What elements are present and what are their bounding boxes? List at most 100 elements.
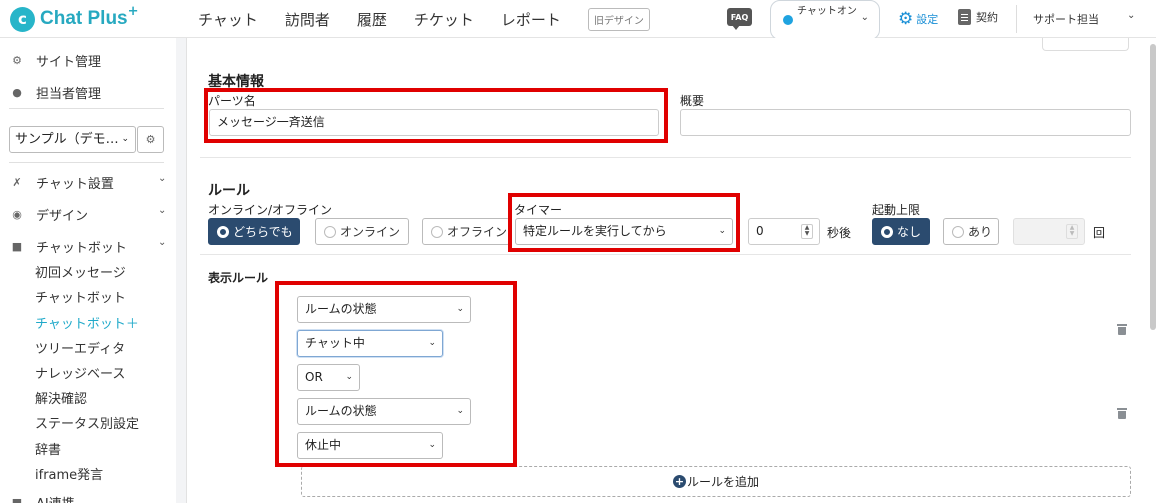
sidebar-item-site-management[interactable]: ⚙ サイト管理	[10, 51, 101, 70]
sidebar-sub-knowledge-base[interactable]: ナレッジベース	[35, 363, 125, 382]
sidebar-item-chat-settings[interactable]: ✗ チャット設置	[10, 173, 114, 192]
overview-input[interactable]	[680, 109, 1131, 136]
main-nav: チャット 訪問者 履歴 チケット レポート 旧デザイン	[198, 0, 650, 38]
support-user-menu[interactable]: サポート担当	[1033, 11, 1099, 27]
radio-either[interactable]: どちらでも	[208, 218, 300, 245]
radio-label: あり	[968, 225, 993, 239]
sidebar-item-staff-management[interactable]: ● 担当者管理	[10, 83, 101, 102]
top-right-button[interactable]	[1042, 38, 1129, 51]
site-select-value: サンプル（デモ…	[15, 132, 119, 147]
rule-2-condition-select[interactable]: ルームの状態 ⌄	[297, 398, 471, 425]
chevron-down-icon[interactable]: ⌄	[158, 237, 166, 248]
radio-icon	[217, 225, 229, 238]
sidebar-item-label: 担当者管理	[36, 87, 102, 102]
timer-seconds-value: 0	[756, 224, 764, 238]
site-settings-button[interactable]: ⚙	[137, 126, 164, 153]
sidebar-item-label: デザイン	[36, 209, 89, 224]
nav-history[interactable]: 履歴	[357, 9, 387, 30]
settings-label: 設定	[916, 13, 939, 26]
chevron-down-icon[interactable]: ⌄	[158, 173, 166, 184]
radio-icon	[952, 225, 964, 238]
gears-icon: ⚙	[12, 54, 22, 67]
sidebar-sub-resolution-check[interactable]: 解決確認	[35, 388, 87, 407]
wrench-icon: ✗	[12, 176, 22, 189]
add-rule-button[interactable]: + ルールを追加	[301, 466, 1131, 497]
spinner-icon: ▲ ▼	[1066, 224, 1078, 239]
settings-button[interactable]: ⚙ 設定	[898, 9, 938, 29]
sidebar-sub-chatbot-plus[interactable]: チャットボット＋	[35, 313, 139, 332]
sidebar-sub-status-settings[interactable]: ステータス別設定	[35, 413, 139, 432]
timer-seconds-input[interactable]: 0 ▲ ▼	[748, 218, 820, 245]
nav-tickets[interactable]: チケット	[414, 9, 474, 30]
gears-icon: ⚙	[145, 133, 156, 146]
chevron-down-icon: ⌄	[456, 304, 464, 314]
site-select[interactable]: サンプル（デモ… ⌄	[9, 126, 136, 153]
sidebar-sub-dictionary[interactable]: 辞書	[35, 439, 61, 458]
section-divider	[200, 254, 1131, 255]
select-value: ルームの状態	[305, 302, 377, 316]
sidebar-item-ai[interactable]: ■ AI連携	[10, 493, 75, 503]
radio-label: オンライン	[340, 225, 401, 239]
sidebar-item-label: チャット設置	[36, 177, 114, 192]
chevron-down-icon[interactable]: ⌄	[158, 205, 166, 216]
status-dot-icon	[783, 15, 793, 25]
sidebar-sub-initial-message[interactable]: 初回メッセージ	[35, 262, 126, 281]
radio-label: オフライン	[447, 225, 508, 239]
select-value: 休止中	[305, 438, 342, 452]
chat-status-text: チャットオン	[797, 6, 857, 17]
rule-1-condition-select[interactable]: ルームの状態 ⌄	[297, 296, 471, 323]
operator-select[interactable]: OR ⌄	[297, 364, 360, 391]
sidebar-sub-tree-editor[interactable]: ツリーエディタ	[35, 338, 125, 357]
sidebar-sub-iframe[interactable]: iframe発言	[35, 464, 103, 483]
sidebar-divider	[9, 108, 164, 109]
nav-visitors[interactable]: 訪問者	[285, 9, 330, 30]
logo[interactable]: c Chat Plus +	[10, 3, 139, 33]
faq-icon[interactable]: FAQ	[727, 8, 752, 30]
sidebar-item-design[interactable]: ◉ デザイン	[10, 205, 88, 224]
section-divider	[200, 157, 1131, 158]
chat-status-dropdown[interactable]: チャットオン ⌄	[770, 0, 880, 40]
scrollbar[interactable]	[1150, 44, 1156, 330]
trash-icon[interactable]	[1117, 324, 1127, 335]
basic-info-heading: 基本情報	[208, 74, 264, 90]
old-design-button[interactable]: 旧デザイン	[587, 7, 650, 31]
chevron-down-icon: ⌄	[718, 226, 726, 236]
timer-select[interactable]: 特定ルールを実行してから ⌄	[515, 218, 733, 245]
radio-limit-none[interactable]: なし	[872, 218, 930, 245]
seconds-suffix: 秒後	[827, 226, 852, 240]
parts-name-input[interactable]: メッセージ一斉送信	[209, 109, 659, 136]
nav-chat[interactable]: チャット	[198, 9, 258, 30]
sidebar: ⚙ サイト管理 ● 担当者管理 サンプル（デモ… ⌄ ⚙ ✗ チャット設置 ⌄ …	[0, 38, 187, 503]
radio-icon	[881, 225, 893, 238]
sidebar-item-chatbot[interactable]: ■ チャットボット	[10, 237, 127, 256]
add-rule-label: ルールを追加	[686, 475, 759, 489]
radio-offline[interactable]: オフライン	[422, 218, 510, 245]
display-rule-heading: 表示ルール	[208, 271, 269, 285]
sidebar-divider	[9, 162, 164, 163]
select-value: ルームの状態	[305, 404, 377, 418]
radio-limit-yes[interactable]: あり	[943, 218, 999, 245]
radio-online[interactable]: オンライン	[315, 218, 409, 245]
rule-heading: ルール	[208, 183, 250, 199]
gear-icon: ⚙	[898, 9, 914, 29]
plus-circle-icon: +	[672, 475, 686, 488]
limit-label: 起動上限	[872, 203, 921, 217]
rule-1-value-select[interactable]: チャット中 ⌄	[297, 330, 443, 357]
spinner-icon[interactable]: ▲ ▼	[801, 224, 813, 239]
comments-icon: ■	[11, 240, 23, 253]
rule-2-value-select[interactable]: 休止中 ⌄	[297, 432, 443, 459]
chevron-down-icon[interactable]: ⌄	[1127, 10, 1135, 21]
sidebar-sub-chatbot[interactable]: チャットボット	[35, 287, 126, 306]
comments-icon: ■	[11, 496, 23, 503]
timer-select-value: 特定ルールを実行してから	[523, 224, 667, 238]
palette-icon: ◉	[12, 208, 22, 221]
chat-bubble-icon: c	[10, 6, 35, 32]
nav-reports[interactable]: レポート	[501, 9, 561, 30]
online-offline-label: オンライン/オフライン	[208, 203, 333, 217]
limit-count-suffix: 回	[1093, 226, 1106, 240]
logo-plus: +	[127, 3, 139, 19]
trash-icon[interactable]	[1117, 408, 1127, 419]
sidebar-item-label: AI連携	[36, 493, 75, 503]
contract-button[interactable]: 契約	[958, 9, 998, 25]
sidebar-panel: ⚙ サイト管理 ● 担当者管理 サンプル（デモ… ⌄ ⚙ ✗ チャット設置 ⌄ …	[0, 38, 176, 503]
